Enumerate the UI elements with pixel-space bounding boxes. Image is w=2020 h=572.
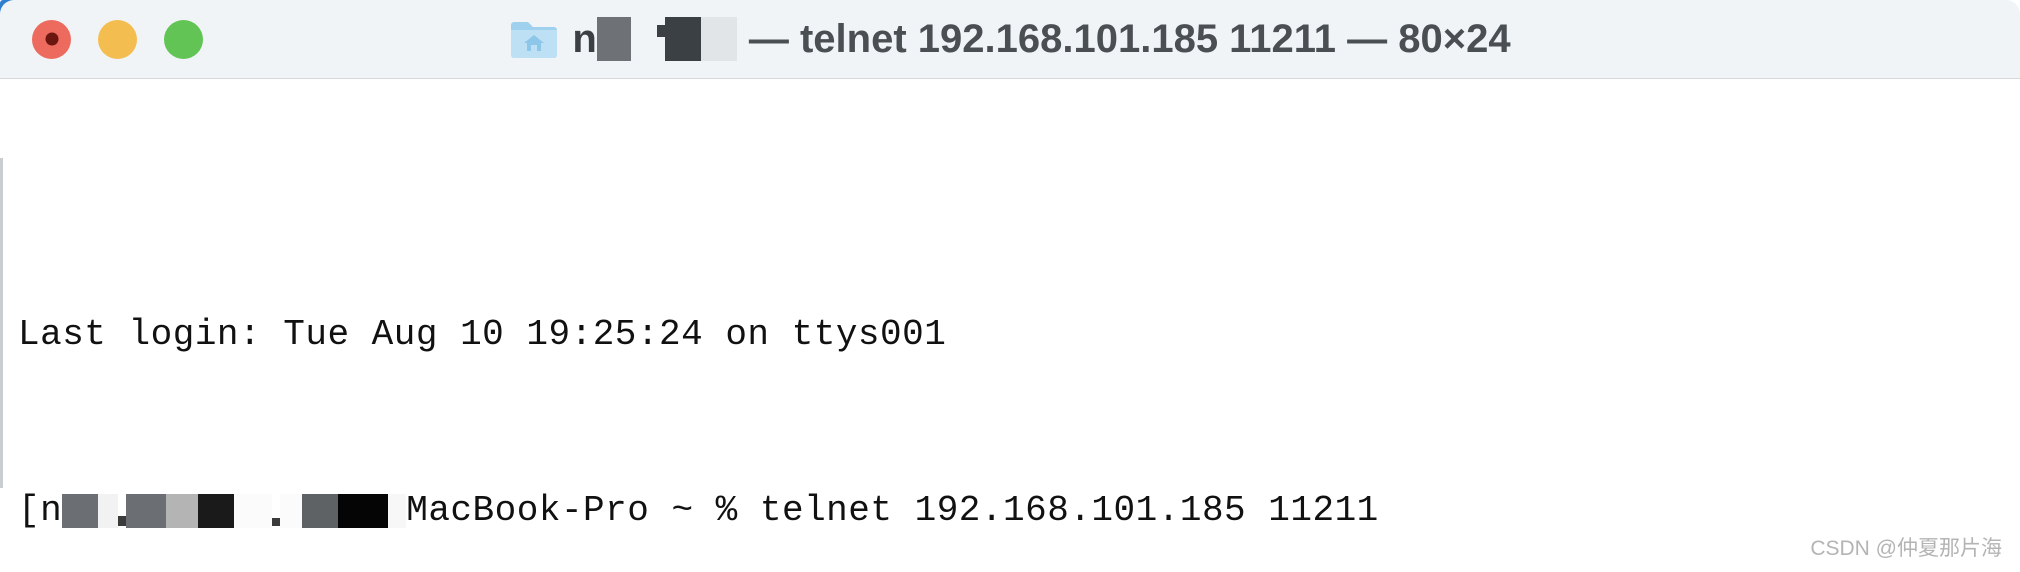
zoom-button[interactable] [164, 19, 203, 59]
terminal-line-last-login: Last login: Tue Aug 10 19:25:24 on ttys0… [18, 314, 947, 355]
close-button[interactable] [32, 19, 71, 59]
redacted-title-block: n [572, 16, 749, 61]
prompt-visible-char: n [40, 490, 63, 531]
minimize-button[interactable] [98, 19, 137, 59]
csdn-watermark: CSDN @仲夏那片海 [1810, 537, 2002, 560]
terminal-line-prompt: [ n MacBook-Pro ~ % telnet 192.168.101.1… [18, 489, 2020, 533]
prompt-command-text: MacBook-Pro ~ % telnet 192.168.101.185 1… [406, 490, 1379, 531]
terminal-left-edge [0, 158, 3, 488]
home-folder-icon [511, 22, 558, 58]
traffic-light-group [32, 19, 203, 59]
prompt-bracket: [ [18, 490, 41, 531]
terminal-content[interactable]: Last login: Tue Aug 10 19:25:24 on ttys0… [0, 79, 2020, 572]
redacted-visible-char: n [572, 16, 597, 61]
window-titlebar[interactable]: n — telnet 192.168.101.185 11211 — 80×24 [0, 0, 2020, 79]
terminal-window: n — telnet 192.168.101.185 11211 — 80×24… [0, 0, 2020, 572]
window-title-area: n — telnet 192.168.101.185 11211 — 80×24 [0, 0, 2020, 78]
window-title-text: — telnet 192.168.101.185 11211 — 80×24 [748, 16, 1511, 61]
